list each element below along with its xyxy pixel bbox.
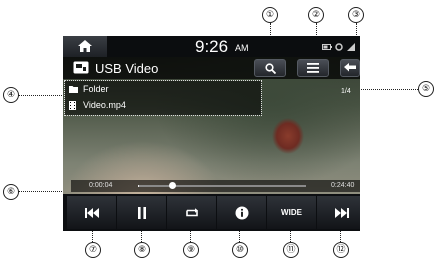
search-button[interactable] [254, 59, 286, 77]
home-icon [78, 40, 92, 52]
elapsed-time: 0:00:04 [89, 182, 113, 189]
progress-track[interactable] [138, 182, 306, 189]
clock-ampm: AM [235, 43, 249, 53]
page-indicator: 1/4 [341, 88, 351, 95]
leader-line [18, 95, 66, 96]
callout-5: ⑤ [418, 81, 434, 97]
device-screen: 9:26 AM USB Video Folder Video.mp4 1/4 0… [63, 36, 360, 231]
progress-bar[interactable]: 0:00:04 0:24:40 [71, 180, 360, 192]
list-highlight-frame [64, 80, 262, 116]
repeat-button[interactable] [167, 196, 216, 229]
progress-knob[interactable] [168, 182, 176, 189]
skip-back-icon [84, 207, 99, 218]
leader-line [356, 89, 418, 90]
wide-label: WIDE [281, 208, 302, 217]
callout-1: ① [262, 7, 278, 23]
callout-4: ④ [3, 87, 19, 103]
next-button[interactable] [317, 196, 360, 229]
callout-8: ⑧ [134, 242, 150, 258]
signal-icon [347, 43, 355, 51]
callout-6: ⑥ [3, 184, 19, 200]
callout-2: ② [308, 7, 324, 23]
previous-button[interactable] [67, 196, 116, 229]
total-time: 0:24:40 [331, 182, 355, 189]
callout-10: ⑩ [232, 242, 248, 258]
callout-12: ⑫ [333, 242, 349, 258]
wide-button[interactable]: WIDE [267, 196, 316, 229]
progress-fill [138, 185, 139, 187]
title-bar: USB Video [63, 57, 360, 79]
pause-button[interactable] [117, 196, 166, 229]
callout-9: ⑨ [183, 242, 199, 258]
info-button[interactable] [217, 196, 266, 229]
settings-status-icon [335, 43, 343, 51]
page-title: USB Video [95, 61, 159, 76]
control-bar: WIDE [63, 194, 360, 231]
callout-7: ⑦ [85, 242, 101, 258]
info-icon [235, 206, 248, 219]
battery-icon [322, 44, 332, 50]
clock-time: 9:26 [195, 37, 229, 56]
pause-icon [137, 206, 146, 219]
menu-icon [307, 63, 319, 73]
menu-button[interactable] [297, 59, 329, 77]
callout-11: ⑪ [283, 242, 299, 258]
search-icon [265, 63, 276, 74]
home-button[interactable] [63, 36, 107, 57]
skip-forward-icon [334, 207, 349, 218]
repeat-icon [185, 207, 198, 216]
callout-3: ③ [348, 7, 364, 23]
usb-icon [73, 61, 89, 74]
back-arrow-icon [344, 63, 356, 72]
status-bar: 9:26 AM [63, 36, 360, 57]
back-button[interactable] [340, 59, 360, 77]
